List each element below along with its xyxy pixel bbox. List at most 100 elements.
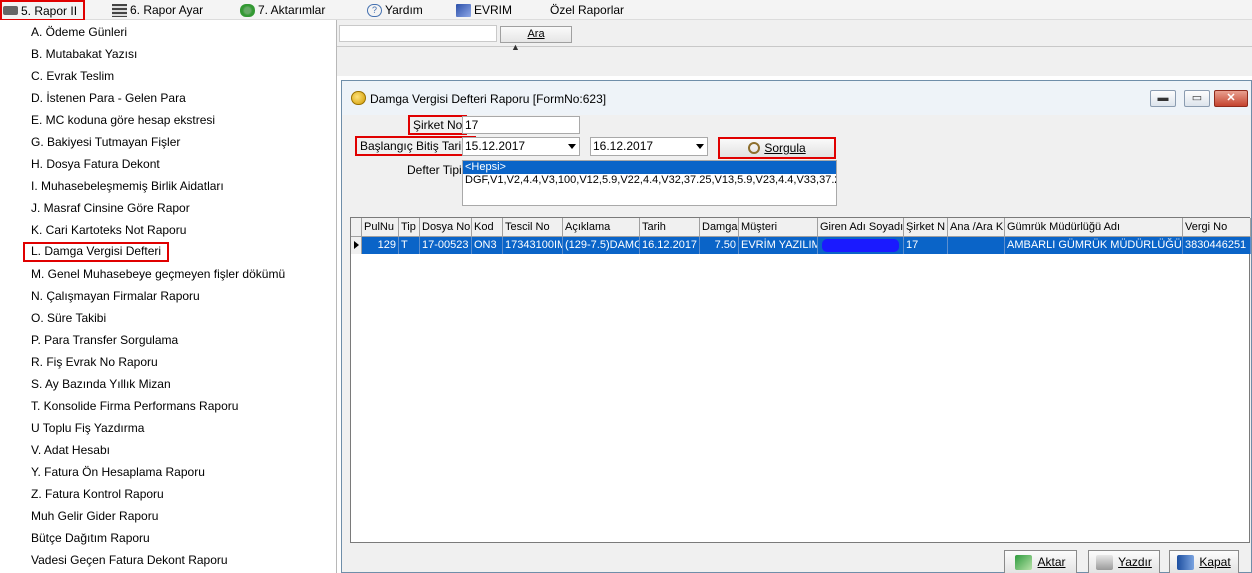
list-item[interactable]: A. Ödeme Günleri [31,23,127,41]
chevron-down-icon [696,144,704,149]
defter-tipi-label: Defter Tipi [407,163,462,177]
start-date-value: 15.12.2017 [465,139,526,153]
grid-header[interactable]: Tarih [640,218,700,237]
list-item[interactable]: U Toplu Fiş Yazdırma [31,419,144,437]
printer-icon [3,6,18,15]
grid-corner [351,218,362,237]
list-item[interactable]: J. Masraf Cinsine Göre Rapor [31,199,190,217]
grid-header[interactable]: Tescil No [503,218,563,237]
grid-cell[interactable]: 3830446251 [1183,237,1251,254]
grid-header[interactable]: Tip [399,218,420,237]
list-item[interactable]: I. Muhasebeleşmemiş Birlik Aidatları [31,177,224,195]
list-item[interactable]: B. Mutabakat Yazısı [31,45,137,63]
list-item[interactable]: G. Bakiyesi Tutmayan Fişler [31,133,180,151]
grid-header[interactable]: Müşteri [739,218,818,237]
menu-aktarimlar[interactable]: 7. Aktarımlar [240,0,325,20]
report-list: A. Ödeme Günleri B. Mutabakat Yazısı C. … [0,20,337,573]
end-date-picker[interactable]: 16.12.2017 [590,137,708,156]
row-indicator-icon [351,237,362,254]
minimize-button[interactable]: ▬ [1150,90,1176,107]
grid-cell[interactable]: 17 [904,237,948,254]
yazdir-button[interactable]: Yazdır [1088,550,1160,573]
results-grid: PulNu Tip Dosya No Kod Tescil No Açıklam… [350,217,1251,543]
printer-icon [1096,554,1114,570]
end-date-value: 16.12.2017 [593,139,654,153]
grid-cell[interactable]: AMBARLI GÜMRÜK MÜDÜRLÜĞÜ [1005,237,1183,254]
collapse-caret-icon[interactable]: ▲ [511,42,520,52]
grid-cell[interactable]: 129 [362,237,399,254]
grid-header[interactable]: Gümrük Müdürlüğü Adı [1005,218,1183,237]
list-item[interactable]: Z. Fatura Kontrol Raporu [31,485,164,503]
grid-header[interactable]: Damga [700,218,739,237]
defter-tipi-list[interactable]: <Hepsi> DGF,V1,V2,4.4,V3,100,V12,5.9,V22… [462,160,837,206]
grid-cell[interactable]: 16.12.2017 [640,237,700,254]
grid-cell[interactable] [948,237,1005,254]
grid-cell[interactable]: 17343100IM [503,237,563,254]
redaction-mark [822,239,899,252]
list-item[interactable]: C. Evrak Teslim [31,67,114,85]
ara-button[interactable]: Ara [500,26,572,43]
grid-cell[interactable]: EVRİM YAZILIM [739,237,818,254]
list-item[interactable]: V. Adat Hesabı [31,441,110,459]
list-item[interactable]: Y. Fatura Ön Hesaplama Raporu [31,463,205,481]
yazdir-label: Yazdır [1118,555,1152,569]
transfer-gears-icon [240,3,255,17]
menu-yardim[interactable]: ? Yardım [367,0,423,20]
list-item[interactable]: K. Cari Kartoteks Not Raporu [31,221,186,239]
grid-cell[interactable]: 17-00523 [420,237,472,254]
menu-rapor-ayar[interactable]: 6. Rapor Ayar [112,0,203,20]
list-item[interactable]: Bütçe Dağıtım Raporu [31,529,150,547]
kapat-button[interactable]: Kapat [1169,550,1239,573]
grid-header[interactable]: Şirket N [904,218,948,237]
report-window: Damga Vergisi Defteri Raporu [FormNo:623… [341,80,1252,573]
list-item[interactable]: D. İstenen Para - Gelen Para [31,89,186,107]
list-item[interactable]: E. MC koduna göre hesap ekstresi [31,111,215,129]
sirket-no-label: Şirket No [408,115,468,135]
grid-header[interactable]: Giren Adı Soyadı [818,218,904,237]
sorgula-button[interactable]: Sorgula [718,137,836,159]
menu-label: 7. Aktarımlar [258,3,326,17]
menu-ozel-raporlar[interactable]: Özel Raporlar [550,0,624,20]
minimize-icon: ▬ [1157,92,1169,104]
list-item[interactable]: Muh Gelir Gider Raporu [31,507,158,525]
list-item[interactable]: O. Süre Takibi [31,309,106,327]
grid-header[interactable]: Dosya No [420,218,472,237]
aktar-button[interactable]: Aktar [1004,550,1077,573]
list-item[interactable]: M. Genel Muhasebeye geçmeyen fişler dökü… [31,265,285,283]
grid-cell[interactable]: ON3 [472,237,503,254]
grid-cell[interactable]: T [399,237,420,254]
grid-cell[interactable]: (129-7.5)DAMGA [563,237,640,254]
book-icon [456,3,471,17]
list-item[interactable]: R. Fiş Evrak No Raporu [31,353,158,371]
grid-cell-redacted[interactable] [818,237,904,254]
search-input[interactable] [339,25,497,42]
list-item[interactable]: Vadesi Geçen Fatura Dekont Raporu [31,551,228,569]
list-option[interactable]: DGF,V1,V2,4.4,V3,100,V12,5.9,V22,4.4,V32… [463,174,836,187]
tarih-label: Başlangıç Bitiş Tarihi [355,136,476,156]
maximize-button[interactable]: ▭ [1184,90,1210,107]
splitter[interactable] [337,46,1252,76]
close-button[interactable]: ✕ [1214,90,1248,107]
grid-cell[interactable]: 7.50 [700,237,739,254]
sorgula-label: Sorgula [764,141,806,155]
list-item[interactable]: H. Dosya Fatura Dekont [31,155,160,173]
menu-label: 5. Rapor II [21,3,78,18]
list-item[interactable]: T. Konsolide Firma Performans Raporu [31,397,238,415]
menu-rapor-ii[interactable]: 5. Rapor II [0,0,86,21]
list-item[interactable]: N. Çalışmayan Firmalar Raporu [31,287,200,305]
menu-label: Yardım [385,3,423,17]
list-item-damga-vergisi-defteri[interactable]: L. Damga Vergisi Defteri [23,242,170,262]
grid-header[interactable]: Açıklama [563,218,640,237]
grid-header[interactable]: Ana /Ara K [948,218,1005,237]
chevron-down-icon [568,144,576,149]
menu-evrim[interactable]: EVRIM [456,0,512,20]
list-item[interactable]: S. Ay Bazında Yıllık Mizan [31,375,171,393]
grid-header[interactable]: Vergi No [1183,218,1251,237]
list-item[interactable]: P. Para Transfer Sorgulama [31,331,178,349]
start-date-picker[interactable]: 15.12.2017 [462,137,580,156]
grid-header[interactable]: PulNu [362,218,399,237]
grid-header[interactable]: Kod [472,218,503,237]
sirket-no-input[interactable]: 17 [462,116,580,134]
export-icon [1015,554,1033,570]
list-option[interactable]: <Hepsi> [463,161,836,174]
